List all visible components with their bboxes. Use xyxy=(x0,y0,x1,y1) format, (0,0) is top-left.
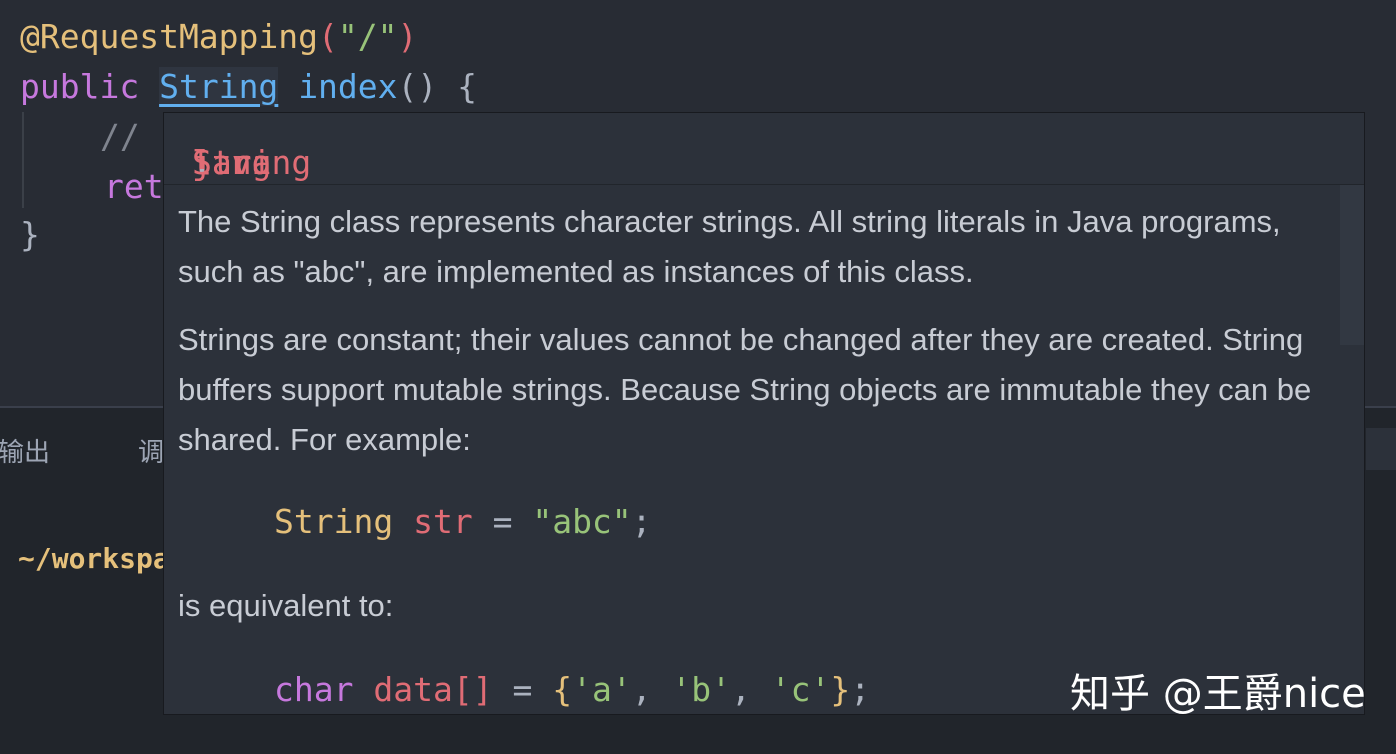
annotation-token: @RequestMapping xyxy=(20,17,319,56)
brace-token: } xyxy=(830,670,851,709)
paren-token: ( xyxy=(318,17,338,56)
paren-token: ) xyxy=(397,17,418,56)
panel-tab-bar-strip xyxy=(1366,428,1396,470)
code-line-5: } xyxy=(20,210,40,260)
comma-token: , xyxy=(731,670,751,709)
char-token: 'b' xyxy=(671,670,732,709)
method-name-token: index xyxy=(298,67,398,106)
char-token: 'c' xyxy=(770,670,831,709)
char-token: 'a' xyxy=(572,670,632,709)
tooltip-signature: java. lang. String xyxy=(164,113,1364,185)
code-line-4: ret xyxy=(104,162,164,212)
string-token: "abc" xyxy=(532,502,632,541)
tab-debug[interactable]: 调 xyxy=(138,432,164,469)
doc-paragraph-1: The String class represents character st… xyxy=(178,204,1281,289)
variable-token: str xyxy=(413,502,473,541)
semicolon-token: ; xyxy=(850,670,871,709)
tab-output[interactable]: 输出 xyxy=(0,432,50,469)
class-token: String xyxy=(192,143,312,182)
type-token: String xyxy=(274,502,394,541)
keyword-token: ret xyxy=(104,167,164,206)
type-token: char xyxy=(274,670,354,709)
doc-paragraph-3: is equivalent to: xyxy=(178,588,394,623)
paren-token: () xyxy=(397,67,438,106)
hover-tooltip[interactable]: java. lang. String The String class repres… xyxy=(163,112,1365,715)
code-line-1: @RequestMapping("/") xyxy=(20,12,417,62)
brace-token: } xyxy=(20,215,40,254)
semicolon-token: ; xyxy=(631,502,652,541)
operator-token: = xyxy=(512,670,533,709)
doc-code-example-2: char data[] = {'a', 'b', 'c'}; xyxy=(274,665,871,714)
code-line-2: public String index() { xyxy=(20,62,477,112)
watermark: 知乎 @王爵nice xyxy=(1070,671,1366,717)
variable-token: data[] xyxy=(373,670,493,709)
brace-token: { xyxy=(552,670,573,709)
tooltip-scrollbar[interactable] xyxy=(1340,185,1364,345)
code-line-3: // xyxy=(100,112,140,162)
hovered-type-token[interactable]: String xyxy=(159,67,279,106)
operator-token: = xyxy=(492,502,513,541)
terminal-prompt-path: ~/workspa xyxy=(18,542,170,575)
doc-paragraph-2: Strings are constant; their values canno… xyxy=(178,322,1312,457)
string-token: "/" xyxy=(337,17,398,56)
comment-token: // xyxy=(100,117,140,156)
doc-code-example-1: String str = "abc"; xyxy=(274,497,652,547)
keyword-token: public xyxy=(20,67,140,106)
comma-token: , xyxy=(631,670,652,709)
brace-token: { xyxy=(457,67,478,106)
indent-guide xyxy=(22,112,24,208)
